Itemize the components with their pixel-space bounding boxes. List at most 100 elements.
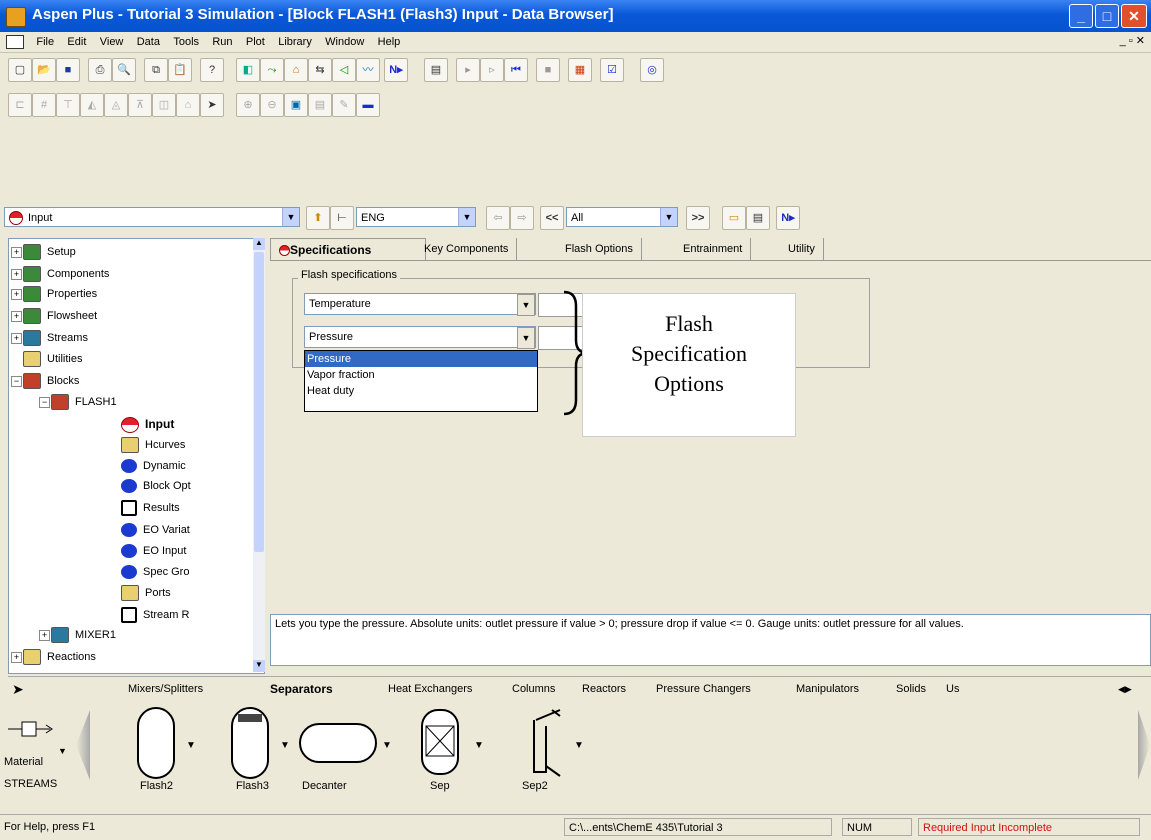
tree-item[interactable]: Spec Gro <box>121 563 189 581</box>
display-icon[interactable]: ▬ <box>356 93 380 117</box>
zoom-full-icon[interactable]: ▣ <box>284 93 308 117</box>
lock-icon[interactable]: ⌂ <box>176 93 200 117</box>
flip-icon[interactable]: ⊼ <box>128 93 152 117</box>
spec2-select[interactable]: Pressure ▼ <box>304 326 536 349</box>
chevron-down-icon[interactable]: ▼ <box>382 740 392 751</box>
scroll-thumb[interactable] <box>254 252 264 552</box>
close-button[interactable]: ✕ <box>1121 4 1147 28</box>
scale-icon[interactable]: ◭ <box>80 93 104 117</box>
results-icon[interactable]: ▦ <box>568 58 592 82</box>
chevron-down-icon[interactable]: ▼ <box>58 746 67 756</box>
chevron-down-icon[interactable]: ▼ <box>186 740 196 751</box>
stop-icon[interactable]: ■ <box>536 58 560 82</box>
tree-item[interactable]: + MIXER1 <box>39 626 116 644</box>
tree-item[interactable]: Results <box>121 499 180 517</box>
expand-icon[interactable]: + <box>11 333 22 344</box>
expand-icon[interactable]: + <box>39 630 50 641</box>
check-results-icon[interactable]: ☑ <box>600 58 624 82</box>
chevron-down-icon[interactable]: ▼ <box>660 208 677 226</box>
step-icon[interactable]: ▹ <box>480 58 504 82</box>
reinit-icon[interactable]: ⏮ <box>504 58 528 82</box>
tree-toggle-icon[interactable]: ⊢ <box>330 206 354 230</box>
flash3-icon[interactable] <box>228 706 272 780</box>
section-icon[interactable]: ⊏ <box>8 93 32 117</box>
comments-icon[interactable]: ▭ <box>722 206 746 230</box>
chevron-down-icon[interactable]: ▼ <box>280 740 290 751</box>
mixer-icon[interactable]: ◁ <box>332 58 356 82</box>
mdi-controls[interactable]: _ ▫ ✕ <box>1120 34 1145 47</box>
expand-icon[interactable]: − <box>11 376 22 387</box>
next-button[interactable]: >> <box>686 206 710 230</box>
tree-item[interactable]: Block Opt <box>121 477 191 495</box>
libtab-reactors[interactable]: Reactors <box>582 679 626 699</box>
menu-data[interactable]: Data <box>132 32 165 52</box>
bookmark-icon[interactable]: ▤ <box>308 93 332 117</box>
tab-specifications[interactable]: Specifications <box>270 238 426 261</box>
menu-edit[interactable]: Edit <box>62 32 91 52</box>
libtab-solids[interactable]: Solids <box>896 679 926 699</box>
tree-item[interactable]: + Setup <box>11 243 76 261</box>
libtab-heat-exchangers[interactable]: Heat Exchangers <box>388 679 472 699</box>
exchange-icon[interactable]: ◫ <box>152 93 176 117</box>
pointer-icon[interactable]: ➤ <box>12 679 24 699</box>
new-icon[interactable]: ▢ <box>8 58 32 82</box>
status-icon[interactable]: ▤ <box>746 206 770 230</box>
expand-icon[interactable]: + <box>11 311 22 322</box>
maximize-button[interactable]: □ <box>1095 4 1119 28</box>
scroll-down-icon[interactable]: ▼ <box>253 660 265 672</box>
next-icon[interactable]: N▸ <box>384 58 408 82</box>
menu-tools[interactable]: Tools <box>168 32 204 52</box>
data-browser-tree[interactable]: + Setup + Components + Properties + Flowsheet + S… <box>8 238 265 674</box>
tree-item[interactable]: − Blocks <box>11 372 79 390</box>
title-bar[interactable]: Aspen Plus - Tutorial 3 Simulation - [Bl… <box>0 0 1151 32</box>
decanter-icon[interactable] <box>298 722 378 764</box>
up-folder-icon[interactable]: ⬆ <box>306 206 330 230</box>
grid-icon[interactable]: # <box>32 93 56 117</box>
rotate-icon[interactable]: ◬ <box>104 93 128 117</box>
back-icon[interactable]: ⇦ <box>486 206 510 230</box>
chevron-down-icon[interactable]: ▼ <box>282 208 299 226</box>
menu-help[interactable]: Help <box>373 32 406 52</box>
tree-item[interactable]: Hcurves <box>121 436 185 454</box>
components-icon[interactable]: ⇆ <box>308 58 332 82</box>
zoom-out-icon[interactable]: ⊖ <box>260 93 284 117</box>
run-icon[interactable]: ▸ <box>456 58 480 82</box>
tab-entrainment[interactable]: Entrainment <box>675 238 752 260</box>
tree-item[interactable]: Dynamic <box>121 457 186 475</box>
option-heat-duty[interactable]: Heat duty <box>305 383 537 399</box>
pointer-icon[interactable]: ➤ <box>200 93 224 117</box>
menu-window[interactable]: Window <box>320 32 369 52</box>
spec1-select[interactable]: Temperature ▼ <box>304 293 536 316</box>
libtab-mixers[interactable]: Mixers/Splitters <box>128 679 203 699</box>
menu-plot[interactable]: Plot <box>241 32 270 52</box>
option-pressure[interactable]: Pressure <box>305 351 537 367</box>
tree-item[interactable]: + Properties <box>11 285 97 303</box>
libtab-columns[interactable]: Columns <box>512 679 555 699</box>
material-stream-icon[interactable] <box>6 714 56 744</box>
align-icon[interactable]: ⊤ <box>56 93 80 117</box>
expand-icon[interactable]: + <box>11 289 22 300</box>
scroll-up-icon[interactable]: ▲ <box>253 238 265 250</box>
tab-scroll-icon[interactable]: ◀▶ <box>1118 679 1132 699</box>
tree-item[interactable]: EO Variat <box>121 521 190 539</box>
tree-item[interactable]: Utilities <box>23 350 82 368</box>
tree-item[interactable]: − FLASH1 <box>39 393 117 411</box>
print-icon[interactable]: ⎙ <box>88 58 112 82</box>
paste-icon[interactable]: 📋 <box>168 58 192 82</box>
expand-icon[interactable]: + <box>11 247 22 258</box>
tree-scrollbar[interactable]: ▲ ▼ <box>253 238 265 672</box>
libtab-pressure-changers[interactable]: Pressure Changers <box>656 679 751 699</box>
sep2-icon[interactable] <box>516 706 570 780</box>
tab-utility[interactable]: Utility <box>780 238 824 260</box>
chevron-down-icon[interactable]: ▼ <box>458 208 475 226</box>
flash2-icon[interactable] <box>134 706 178 780</box>
control-panel-icon[interactable]: ▤ <box>424 58 448 82</box>
units-combo[interactable]: ENG ▼ <box>356 207 476 227</box>
expand-icon[interactable]: + <box>11 269 22 280</box>
tree-item[interactable]: + Flowsheet <box>11 307 97 325</box>
plot-icon[interactable]: 〰 <box>356 58 380 82</box>
menu-view[interactable]: View <box>95 32 129 52</box>
previous-button[interactable]: << <box>540 206 564 230</box>
tree-item[interactable]: Stream R <box>121 606 189 624</box>
open-icon[interactable]: 📂 <box>32 58 56 82</box>
